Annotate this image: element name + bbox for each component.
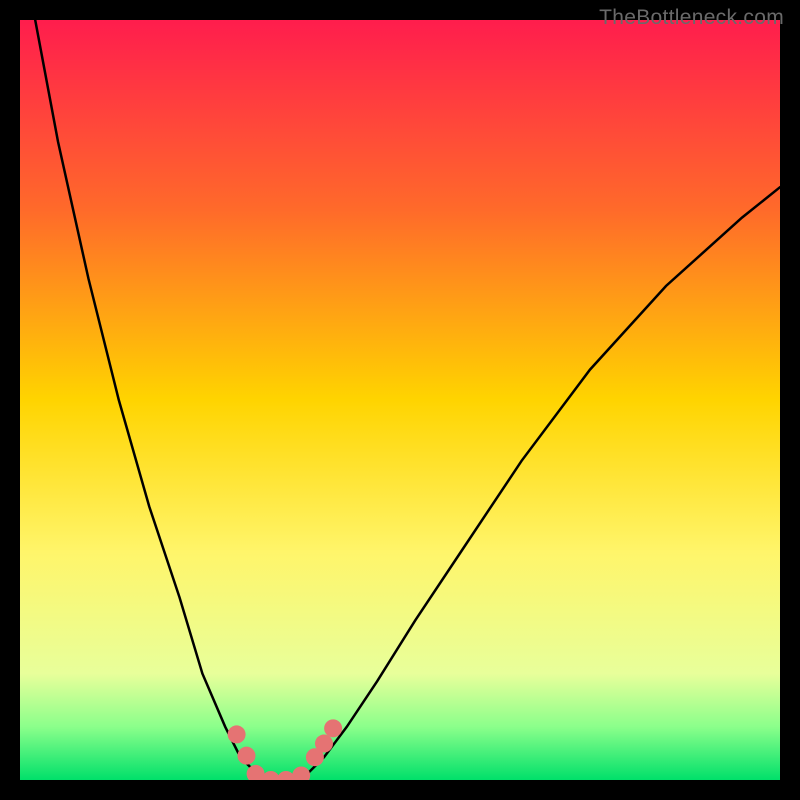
chart-background [20,20,780,780]
chart-svg [20,20,780,780]
marker-point [228,725,246,743]
watermark-text: TheBottleneck.com [599,6,784,30]
marker-point [315,735,333,753]
chart-container [20,20,780,780]
marker-point [324,719,342,737]
marker-point [237,747,255,765]
